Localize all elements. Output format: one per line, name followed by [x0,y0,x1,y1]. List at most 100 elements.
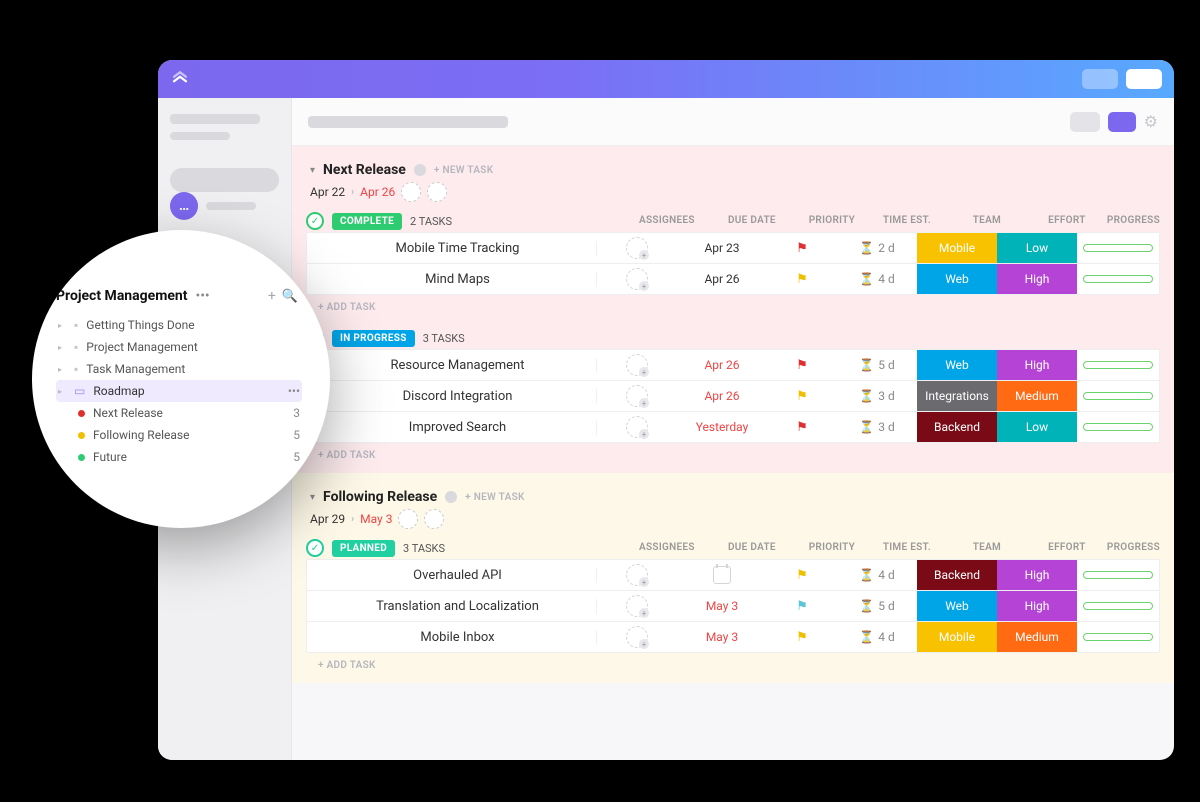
task-due-date[interactable] [677,566,767,584]
task-due-date[interactable]: Apr 26 [677,358,767,372]
task-team-tag[interactable]: Integrations [917,381,997,411]
task-progress-bar[interactable] [1083,244,1153,252]
sidebar-item-menu-icon[interactable]: ••• [288,384,300,398]
task-due-date[interactable]: Yesterday [677,420,767,434]
task-row[interactable]: Mind Maps Apr 26 ⚑ ⏳4 d Web High [306,263,1160,295]
task-name[interactable]: Mobile Inbox [307,630,597,645]
add-task-button[interactable]: + ADD TASK [306,442,1160,473]
task-due-date[interactable]: Apr 23 [677,241,767,255]
task-row[interactable]: Mobile Time Tracking Apr 23 ⚑ ⏳2 d Mobil… [306,232,1160,264]
info-icon[interactable] [414,164,426,176]
assignee-add-icon[interactable] [626,564,648,586]
task-time-estimate[interactable]: ⏳2 d [837,241,917,255]
task-name[interactable]: Overhauled API [307,568,597,583]
calendar-icon[interactable] [713,566,731,584]
task-team-tag[interactable]: Backend [917,560,997,590]
assignee-add-icon[interactable] [626,595,648,617]
assignee-placeholder-icon[interactable] [398,509,418,529]
task-name[interactable]: Translation and Localization [307,599,597,614]
add-task-button[interactable]: + ADD TASK [306,652,1160,683]
task-time-estimate[interactable]: ⏳3 d [837,420,917,434]
priority-flag-icon[interactable]: ⚑ [796,568,808,583]
task-row[interactable]: Resource Management Apr 26 ⚑ ⏳5 d Web Hi… [306,349,1160,381]
status-pill[interactable]: IN PROGRESS [332,330,415,347]
priority-flag-icon[interactable]: ⚑ [796,358,808,373]
assignee-add-icon[interactable] [626,268,648,290]
task-name[interactable]: Resource Management [307,358,597,373]
priority-flag-icon[interactable]: ⚑ [796,389,808,404]
status-pill[interactable]: PLANNED [332,540,395,557]
new-task-button[interactable]: + NEW TASK [465,492,525,503]
task-row[interactable]: Translation and Localization May 3 ⚑ ⏳5 … [306,590,1160,622]
priority-flag-icon[interactable]: ⚑ [796,599,808,614]
assignee-placeholder-icon[interactable] [424,509,444,529]
task-name[interactable]: Discord Integration [307,389,597,404]
task-effort-tag[interactable]: Low [997,233,1077,263]
priority-flag-icon[interactable]: ⚑ [796,272,808,287]
assignee-placeholder-icon[interactable] [401,182,421,202]
sidebar-item[interactable]: ▸ ▪ Getting Things Done [56,314,302,336]
task-team-tag[interactable]: Mobile [917,622,997,652]
new-task-button[interactable]: + NEW TASK [434,165,494,176]
task-name[interactable]: Improved Search [307,420,597,435]
sidebar-item[interactable]: ▸ ▪ Task Management [56,358,302,380]
task-time-estimate[interactable]: ⏳5 d [837,358,917,372]
task-team-tag[interactable]: Mobile [917,233,997,263]
task-row[interactable]: Mobile Inbox May 3 ⚑ ⏳4 d Mobile Medium [306,621,1160,653]
task-effort-tag[interactable]: High [997,264,1077,294]
add-task-button[interactable]: + ADD TASK [306,294,1160,325]
task-progress-bar[interactable] [1083,633,1153,641]
assignee-add-icon[interactable] [626,626,648,648]
task-name[interactable]: Mobile Time Tracking [307,241,597,256]
window-max-button[interactable] [1126,69,1162,89]
task-time-estimate[interactable]: ⏳3 d [837,389,917,403]
sidebar-space-menu-icon[interactable]: ••• [195,288,209,304]
task-progress-bar[interactable] [1083,423,1153,431]
task-effort-tag[interactable]: High [997,591,1077,621]
task-name[interactable]: Mind Maps [307,272,597,287]
sidebar-search-icon[interactable]: 🔍 [282,289,298,304]
task-effort-tag[interactable]: Medium [997,381,1077,411]
task-effort-tag[interactable]: Medium [997,622,1077,652]
task-effort-tag[interactable]: Low [997,412,1077,442]
view-toggle-a[interactable] [1070,112,1100,132]
task-team-tag[interactable]: Web [917,591,997,621]
task-due-date[interactable]: May 3 [677,630,767,644]
priority-flag-icon[interactable]: ⚑ [796,241,808,256]
task-due-date[interactable]: Apr 26 [677,389,767,403]
assignee-add-icon[interactable] [626,354,648,376]
task-row[interactable]: Overhauled API ⚑ ⏳4 d Backend High [306,559,1160,591]
chat-icon[interactable]: … [170,192,198,220]
task-time-estimate[interactable]: ⏳4 d [837,272,917,286]
assignee-add-icon[interactable] [626,385,648,407]
task-due-date[interactable]: Apr 26 [677,272,767,286]
status-circle-icon[interactable]: ✓ [306,539,324,557]
task-row[interactable]: Discord Integration Apr 26 ⚑ ⏳3 d Integr… [306,380,1160,412]
window-min-button[interactable] [1082,69,1118,89]
task-progress-bar[interactable] [1083,275,1153,283]
sidebar-item[interactable]: ▸ ▪ Project Management [56,336,302,358]
sidebar-sublist-item[interactable]: Next Release 3 [76,402,302,424]
task-team-tag[interactable]: Web [917,264,997,294]
task-progress-bar[interactable] [1083,571,1153,579]
sidebar-add-icon[interactable]: + [268,288,276,304]
task-progress-bar[interactable] [1083,602,1153,610]
task-team-tag[interactable]: Web [917,350,997,380]
task-time-estimate[interactable]: ⏳5 d [837,599,917,613]
task-due-date[interactable]: May 3 [677,599,767,613]
sidebar-sublist-item[interactable]: Future 5 [76,446,302,468]
rail-search-input[interactable] [170,168,279,192]
task-progress-bar[interactable] [1083,361,1153,369]
status-circle-icon[interactable]: ✓ [306,212,324,230]
view-toggle-b[interactable] [1108,112,1136,132]
assignee-placeholder-icon[interactable] [427,182,447,202]
task-time-estimate[interactable]: ⏳4 d [837,630,917,644]
task-effort-tag[interactable]: High [997,560,1077,590]
task-team-tag[interactable]: Backend [917,412,997,442]
info-icon[interactable] [445,491,457,503]
assignee-add-icon[interactable] [626,237,648,259]
sidebar-sublist-item[interactable]: Following Release 5 [76,424,302,446]
status-pill[interactable]: COMPLETE [332,213,402,230]
caret-down-icon[interactable]: ▾ [310,492,315,503]
priority-flag-icon[interactable]: ⚑ [796,420,808,435]
